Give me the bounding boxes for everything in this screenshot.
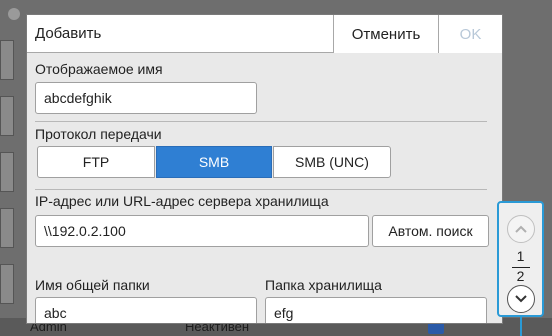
divider [35,189,487,190]
auto-search-button[interactable]: Автом. поиск [372,215,489,247]
gear-icon [8,8,20,20]
storage-folder-label: Папка хранилища [265,277,382,293]
display-name-label: Отображаемое имя [35,61,163,77]
chevron-up-icon [515,225,527,233]
ok-button[interactable]: OK [439,15,502,53]
chevron-down-icon [515,295,527,303]
current-page: 1 [516,248,525,264]
background-tab [0,264,14,304]
server-address-label: IP-адрес или URL-адрес сервера хранилища [35,193,329,209]
total-pages: 2 [516,268,525,284]
callout-pointer [520,317,522,336]
protocol-option-smb[interactable]: SMB [156,146,272,178]
dialog-body: Отображаемое имя abcdefghik Протокол пер… [27,53,495,323]
divider [35,121,487,122]
add-dialog: Добавить Отменить OK Отображаемое имя ab… [26,14,503,324]
storage-folder-input[interactable]: efg [265,297,487,323]
cancel-button[interactable]: Отменить [333,15,439,53]
page-up-button[interactable] [507,215,535,243]
dialog-title: Добавить [35,25,102,42]
protocol-option-ftp[interactable]: FTP [37,146,155,178]
display-name-input[interactable]: abcdefghik [35,82,257,114]
background-tab [0,208,14,248]
background-tab [0,96,14,136]
page-down-button[interactable] [507,285,535,313]
protocol-option-smb-unc[interactable]: SMB (UNC) [273,146,391,178]
protocol-label: Протокол передачи [35,126,162,142]
shared-folder-input[interactable]: abc [35,297,257,323]
background-tab [0,40,14,80]
dialog-header: Добавить Отменить OK [27,15,502,53]
server-address-input[interactable]: \\192.0.2.100 [35,215,369,247]
page-navigator: 1 2 [497,201,544,317]
shared-folder-label: Имя общей папки [35,277,150,293]
background-tab [0,152,14,192]
